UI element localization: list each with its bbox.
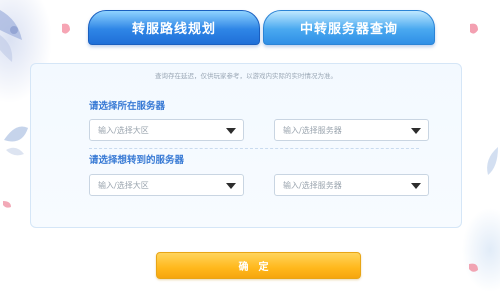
decoration-leaf-left [4,126,28,156]
decoration-petal-bottom-right [469,263,478,272]
current-server-select[interactable]: 输入/选择服务器 [274,119,429,141]
decoration-petal-right [470,23,478,34]
current-region-placeholder: 输入/选择大区 [98,126,149,135]
current-region-select[interactable]: 输入/选择大区 [89,119,244,141]
confirm-button[interactable]: 确定 [156,252,361,279]
target-region-placeholder: 输入/选择大区 [98,181,149,190]
tab-route-planning[interactable]: 转服路线规划 [88,10,260,45]
chevron-down-icon [411,183,421,189]
target-server-label: 请选择想转到的服务器 [89,155,185,166]
divider [89,148,419,149]
decoration-petal-left-low [3,201,11,208]
decoration-petal-top [62,23,70,34]
current-server-label: 请选择所在服务器 [89,101,166,112]
chevron-down-icon [411,128,421,134]
tab-bar: 转服路线规划 中转服务器查询 [88,10,435,45]
target-server-select[interactable]: 输入/选择服务器 [274,174,429,196]
target-region-select[interactable]: 输入/选择大区 [89,174,244,196]
chevron-down-icon [226,183,236,189]
tab-transfer-server-query[interactable]: 中转服务器查询 [263,10,435,45]
target-server-placeholder: 输入/选择服务器 [283,181,342,190]
decoration-flower-left [0,10,22,62]
chevron-down-icon [226,128,236,134]
notice-text: 查询存在延迟，仅供玩家参考，以游戏内实际的实时情况为准。 [155,72,337,80]
form-panel: 查询存在延迟，仅供玩家参考，以游戏内实际的实时情况为准。 请选择所在服务器 输入… [30,63,462,228]
decoration-leaf-right [487,147,498,175]
current-server-placeholder: 输入/选择服务器 [283,126,342,135]
